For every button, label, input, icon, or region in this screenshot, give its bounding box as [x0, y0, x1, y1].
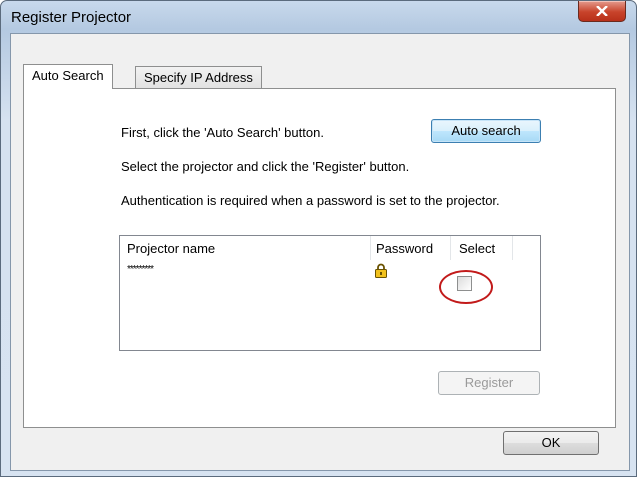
auto-search-button[interactable]: Auto search [431, 119, 541, 143]
column-divider[interactable] [370, 236, 371, 260]
column-header-projector-name[interactable]: Projector name [127, 236, 215, 260]
close-icon [596, 6, 608, 16]
instruction-auto-search: First, click the 'Auto Search' button. [121, 125, 324, 140]
register-button[interactable]: Register [438, 371, 540, 395]
ok-button[interactable]: OK [503, 431, 599, 455]
dialog-window: Register Projector Auto Search Specify I… [0, 0, 637, 477]
title-bar[interactable]: Register Projector [1, 1, 636, 33]
column-header-password[interactable]: Password [376, 236, 433, 260]
column-header-select[interactable]: Select [459, 236, 495, 260]
select-checkbox[interactable] [457, 276, 472, 291]
column-divider[interactable] [512, 236, 513, 260]
close-button[interactable] [578, 1, 626, 22]
column-divider[interactable] [450, 236, 451, 260]
lock-icon [375, 263, 387, 278]
dialog-client-area: Auto Search Specify IP Address First, cl… [10, 33, 630, 471]
window-title: Register Projector [11, 9, 132, 26]
tab-specify-ip-address[interactable]: Specify IP Address [135, 66, 262, 89]
projector-name-cell: ********* [127, 264, 154, 275]
tab-auto-search[interactable]: Auto Search [23, 64, 113, 89]
instruction-authentication: Authentication is required when a passwo… [121, 193, 500, 208]
instruction-select-register: Select the projector and click the 'Regi… [121, 159, 410, 174]
